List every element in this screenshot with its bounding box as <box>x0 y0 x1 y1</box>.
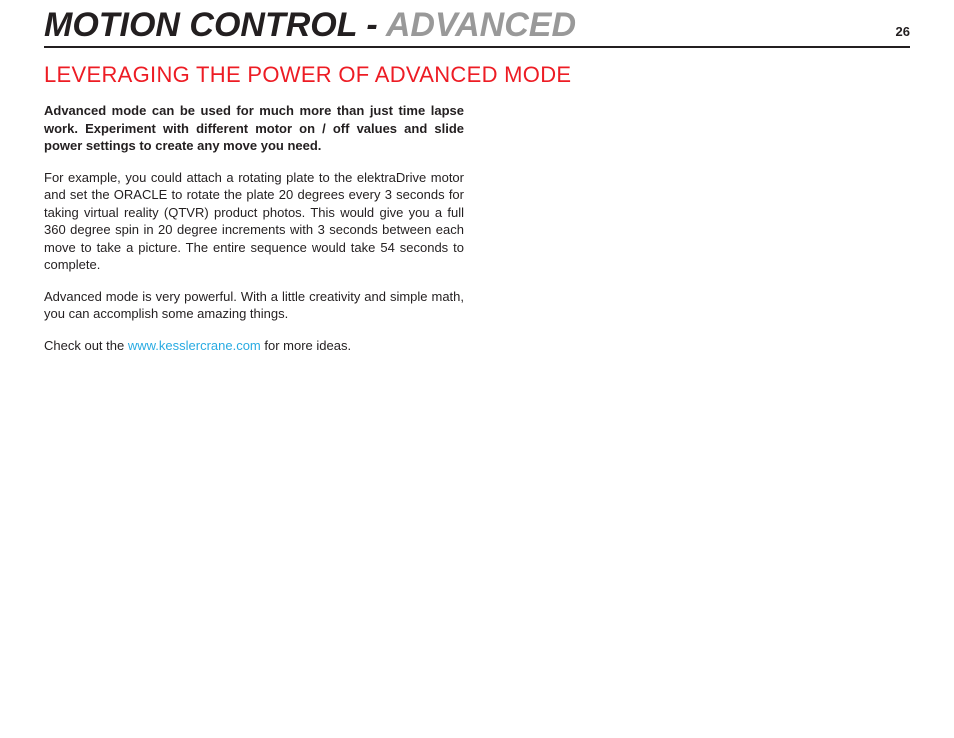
example-paragraph: For example, you could attach a rotating… <box>44 169 464 274</box>
title-part-dark: MOTION CONTROL - <box>44 6 386 44</box>
intro-paragraph: Advanced mode can be used for much more … <box>44 102 464 155</box>
body-column: Advanced mode can be used for much more … <box>44 102 464 355</box>
title-part-grey: ADVANCED <box>386 6 576 44</box>
section-heading: LEVERAGING THE POWER OF ADVANCED MODE <box>44 62 910 88</box>
page-title: MOTION CONTROL - ADVANCED <box>44 8 576 46</box>
closing-paragraph: Check out the www.kesslercrane.com for m… <box>44 337 464 355</box>
document-page: MOTION CONTROL - ADVANCED 26 LEVERAGING … <box>0 0 954 738</box>
page-number: 26 <box>896 24 910 41</box>
website-link[interactable]: www.kesslercrane.com <box>128 338 261 353</box>
power-paragraph: Advanced mode is very powerful. With a l… <box>44 288 464 323</box>
page-header: MOTION CONTROL - ADVANCED 26 <box>44 0 910 48</box>
closing-post: for more ideas. <box>261 338 351 353</box>
closing-pre: Check out the <box>44 338 128 353</box>
